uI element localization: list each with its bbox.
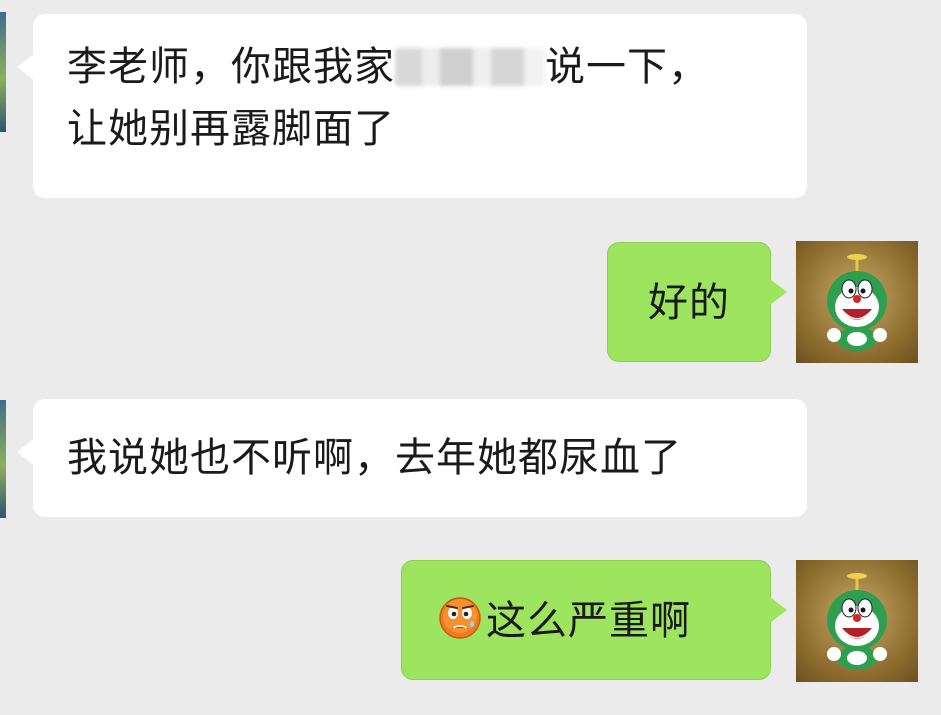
worried-face-emoji (439, 597, 481, 639)
message-bubble-incoming[interactable]: 我说她也不听啊，去年她都尿血了 (17, 399, 807, 517)
message-bubble-outgoing[interactable]: 这么严重啊 (401, 560, 787, 680)
redacted-name (395, 48, 545, 86)
doraemon-avatar-icon (827, 573, 887, 670)
message-text: 我说她也不听啊，去年她都尿血了 (67, 435, 682, 481)
contact-avatar-icon[interactable] (0, 12, 6, 132)
message-text: 李老师，你跟我家 (67, 44, 395, 90)
message-line-2: 让她别再露脚面了 (67, 106, 395, 152)
message-text: 好的 (648, 280, 730, 326)
contact-avatar-icon[interactable] (0, 400, 6, 518)
message-text: 说一下， (545, 44, 709, 90)
chat-view: 李老师，你跟我家 说一下， 让她别再露脚面了 好的 我说她也不听啊，去年她都尿血… (0, 0, 941, 715)
doraemon-avatar-icon[interactable] (796, 560, 918, 682)
message-text: 这么严重啊 (486, 598, 691, 644)
message-bubble-outgoing[interactable]: 好的 (607, 242, 787, 362)
doraemon-avatar-icon[interactable] (796, 241, 918, 363)
doraemon-avatar-icon (827, 254, 887, 351)
message-line-1: 李老师，你跟我家 说一下， (67, 36, 773, 98)
message-bubble-incoming[interactable]: 李老师，你跟我家 说一下， 让她别再露脚面了 (17, 14, 807, 198)
